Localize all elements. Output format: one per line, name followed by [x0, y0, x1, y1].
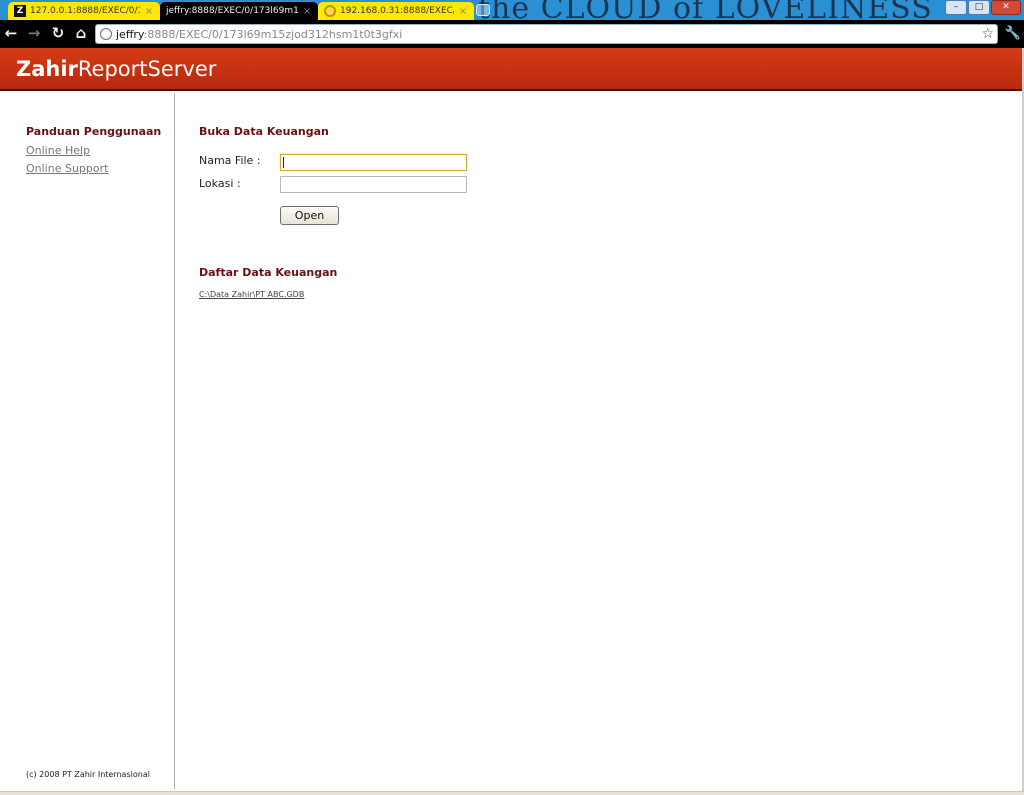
tab-jeffry[interactable]: jeffry:8888/EXEC/0/173l69m15 ×	[160, 2, 318, 20]
online-support-link[interactable]: Online Support	[26, 162, 108, 175]
app-logo: ZahirReportServer	[16, 57, 216, 81]
data-file-link[interactable]: C:\Data Zahir\PT ABC.GDB	[199, 290, 304, 299]
logo-regular: ReportServer	[77, 57, 217, 81]
reload-icon[interactable]: ↻	[49, 23, 67, 43]
maximize-button[interactable]: □	[968, 0, 990, 15]
open-data-title: Buka Data Keuangan	[199, 125, 329, 138]
tab-title: jeffry:8888/EXEC/0/173l69m15	[166, 6, 298, 16]
tab-127-0-0-1[interactable]: Z 127.0.0.1:8888/EXEC/0/1xltm ×	[8, 2, 160, 20]
open-button[interactable]: Open	[280, 206, 339, 225]
copyright-text: (c) 2008 PT Zahir Internasional	[26, 770, 150, 779]
address-url: jeffry:8888/EXEC/0/173l69m15zjod312hsm1t…	[116, 28, 402, 41]
sidebar-title: Panduan Penggunaan	[26, 125, 162, 138]
home-icon[interactable]: ⌂	[72, 23, 90, 43]
loading-icon	[324, 5, 336, 17]
tab-title: 192.168.0.31:8888/EXEC/0/1l	[340, 6, 454, 16]
close-window-button[interactable]: ✕	[991, 0, 1021, 15]
tab-192-168-0-31[interactable]: 192.168.0.31:8888/EXEC/0/1l ×	[318, 2, 474, 20]
tab-title: 127.0.0.1:8888/EXEC/0/1xltm	[30, 6, 140, 16]
address-bar[interactable]: jeffry:8888/EXEC/0/173l69m15zjod312hsm1t…	[95, 24, 998, 44]
browser-toolbar: ← → ↻ ⌂ jeffry:8888/EXEC/0/173l69m15zjod…	[0, 20, 1024, 48]
file-name-input[interactable]	[280, 154, 467, 171]
address-path: :8888/EXEC/0/173l69m15zjod312hsm1t0t3gfx…	[143, 27, 403, 41]
file-name-label: Nama File :	[199, 154, 261, 167]
wrench-icon[interactable]: 🔧	[1004, 25, 1022, 43]
new-tab-button[interactable]	[476, 4, 490, 16]
online-help-link[interactable]: Online Help	[26, 144, 90, 157]
app-header: ZahirReportServer	[0, 48, 1022, 91]
theme-banner: the CLOUD of LOVELINESS	[478, 0, 933, 20]
globe-icon	[100, 28, 112, 40]
data-list-title: Daftar Data Keuangan	[199, 266, 338, 279]
text-caret	[283, 157, 284, 168]
forward-icon[interactable]: →	[25, 23, 43, 43]
back-icon[interactable]: ←	[2, 23, 20, 43]
tab-close-icon[interactable]: ×	[302, 6, 312, 17]
logo-bold: Zahir	[16, 57, 78, 81]
tab-close-icon[interactable]: ×	[144, 6, 154, 17]
tab-close-icon[interactable]: ×	[458, 6, 468, 17]
status-bar	[0, 791, 1024, 795]
minimize-button[interactable]: –	[945, 0, 967, 15]
browser-titlebar: the CLOUD of LOVELINESS Z 127.0.0.1:8888…	[0, 0, 1024, 20]
address-host: jeffry	[116, 27, 144, 41]
sidebar: Panduan Penggunaan Online Help Online Su…	[0, 93, 175, 789]
location-input[interactable]	[280, 176, 467, 193]
zahir-z-icon: Z	[14, 5, 26, 17]
location-label: Lokasi :	[199, 177, 241, 190]
bookmark-star-icon[interactable]: ☆	[981, 25, 994, 43]
